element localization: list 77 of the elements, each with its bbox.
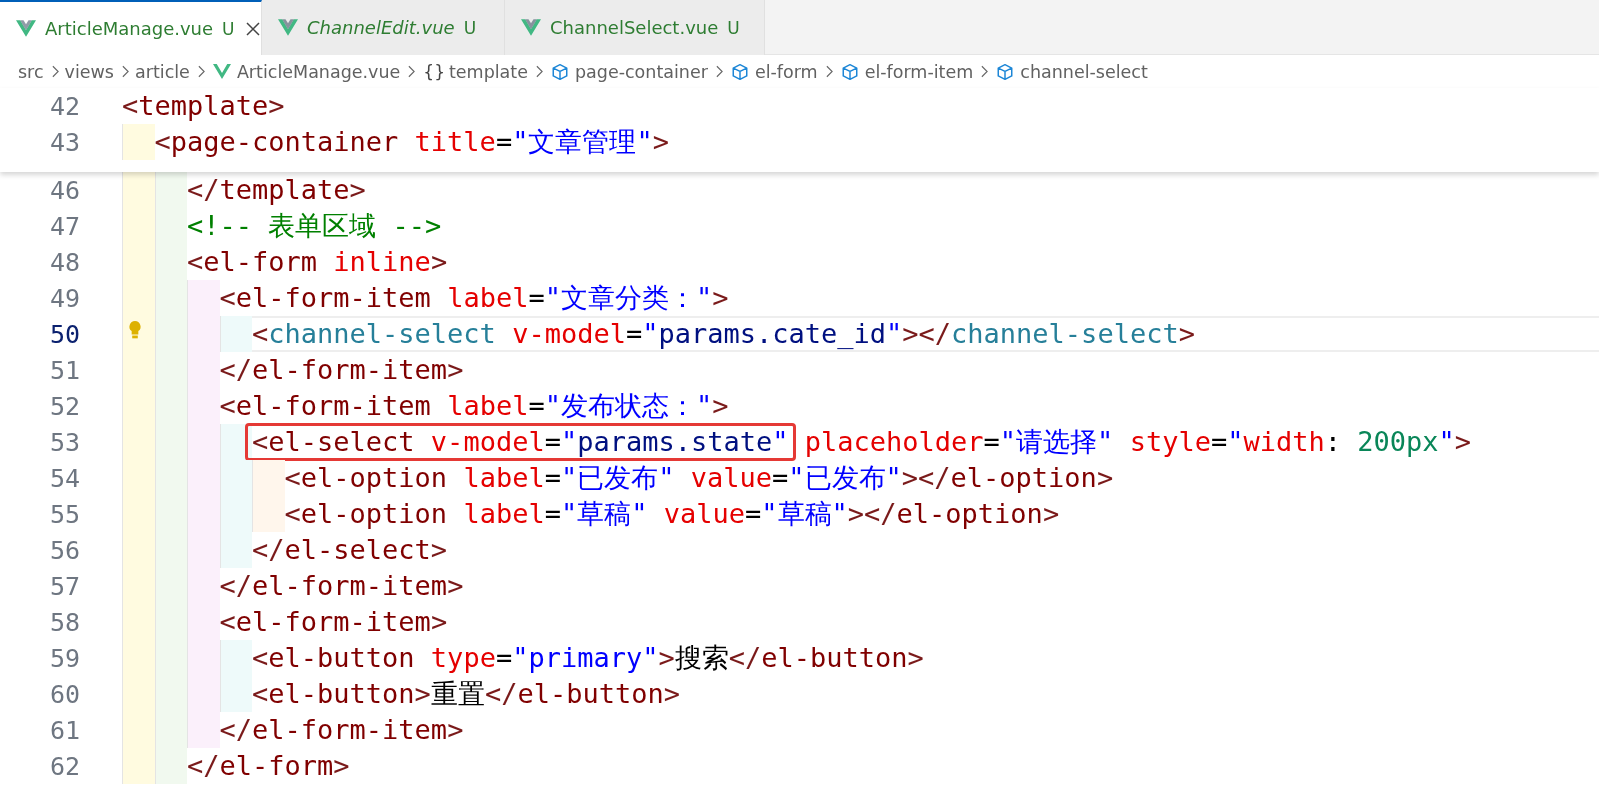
code-line: placeholder="请选择" style="width: 200px">	[804, 425, 1472, 459]
breadcrumb-item[interactable]: ArticleManage.vue	[236, 61, 401, 82]
git-status-label: U	[222, 18, 235, 39]
code-line: <el-form-item label="文章分类：">	[219, 281, 729, 315]
git-status-label: U	[727, 17, 740, 38]
breadcrumb-item[interactable]: src	[18, 61, 44, 82]
indent-guides	[122, 172, 187, 208]
line-number: 57	[48, 571, 80, 601]
line-number: 55	[48, 499, 80, 529]
code-line: <page-container title="文章管理">	[154, 125, 669, 159]
code-line: <el-button type="primary">搜索</el-button>	[252, 641, 924, 675]
line-number: 56	[48, 535, 80, 565]
line-number: 46	[48, 175, 80, 205]
code-line: </el-form-item>	[219, 569, 464, 603]
cube-icon	[730, 62, 749, 81]
code-line: <channel-select v-model="params.cate_id"></channel-select>	[252, 317, 1195, 351]
code-line: <el-form inline>	[187, 245, 448, 279]
line-number: 60	[48, 679, 80, 709]
chevron-icon	[51, 65, 59, 78]
chevron-icon	[408, 65, 416, 78]
line-number: 53	[48, 427, 80, 457]
vue-logo-icon	[521, 19, 541, 36]
code-line: <!-- 表单区域 -->	[187, 209, 442, 243]
chevron-icon	[122, 65, 129, 78]
code-line: <el-form-item>	[219, 605, 448, 639]
cube-icon	[840, 62, 859, 81]
code-line: <el-button>重置</el-button>	[252, 677, 680, 711]
code-line: </template>	[187, 173, 366, 207]
line-number: 52	[48, 391, 80, 421]
line-number: 59	[48, 643, 80, 673]
highlighted-code: <el-select v-model="params.state"	[245, 423, 796, 461]
tab-label: ChannelSelect.vue	[550, 17, 719, 38]
vue-logo-icon	[212, 64, 231, 79]
close-icon[interactable]	[245, 21, 260, 36]
breadcrumb-item[interactable]: el-form	[754, 61, 818, 82]
cube-icon	[996, 62, 1015, 81]
breadcrumb-item[interactable]: views	[64, 61, 114, 82]
code-line: </el-select>	[252, 533, 448, 567]
code-line: <el-option label="已发布" value="已发布"></el-option>	[284, 461, 1114, 495]
chevron-icon	[535, 65, 543, 78]
breadcrumb-item[interactable]: template	[448, 61, 528, 82]
editor-tab[interactable]: ChannelEdit.vue U	[262, 0, 505, 55]
chevron-icon	[715, 65, 723, 78]
breadcrumb-item[interactable]: channel-select	[1020, 61, 1148, 82]
line-number: 61	[48, 715, 80, 745]
editor-tab[interactable]: ChannelSelect.vue U	[505, 0, 765, 55]
chevron-icon	[825, 65, 833, 78]
line-number: 43	[48, 127, 80, 157]
line-number: 42	[48, 91, 80, 121]
code-line: <template>	[122, 89, 285, 123]
git-status-label: U	[463, 17, 477, 38]
code-line: </el-form>	[187, 749, 350, 783]
vue-logo-icon	[16, 20, 36, 37]
breadcrumb-item[interactable]: article	[135, 61, 190, 82]
tab-label: ChannelEdit.vue	[307, 17, 455, 38]
line-number: 58	[48, 607, 80, 637]
indent-guides	[122, 124, 155, 160]
vue-logo-icon	[278, 19, 298, 36]
line-number: 62	[48, 751, 80, 781]
code-line: </el-form-item>	[219, 713, 464, 747]
line-number: 51	[48, 355, 80, 385]
breadcrumb-item[interactable]: page-container	[574, 61, 708, 82]
line-number: 50	[48, 319, 80, 349]
line-number: 48	[48, 247, 80, 277]
line-number: 47	[48, 211, 80, 241]
code-line: <el-form-item label="发布状态：">	[219, 389, 729, 423]
braces-icon: {}	[423, 61, 445, 82]
code-line: </el-form-item>	[219, 353, 464, 387]
cube-icon	[550, 62, 569, 81]
breadcrumb-item[interactable]: el-form-item	[864, 61, 974, 82]
line-number: 49	[48, 283, 80, 313]
editor-tab[interactable]: ArticleManage.vue U	[0, 0, 262, 55]
chevron-icon	[981, 65, 989, 78]
tab-label: ArticleManage.vue	[45, 18, 214, 39]
code-line: <el-option label="草稿" value="草稿"></el-option>	[284, 497, 1060, 531]
line-number: 54	[48, 463, 80, 493]
chevron-icon	[197, 65, 205, 78]
